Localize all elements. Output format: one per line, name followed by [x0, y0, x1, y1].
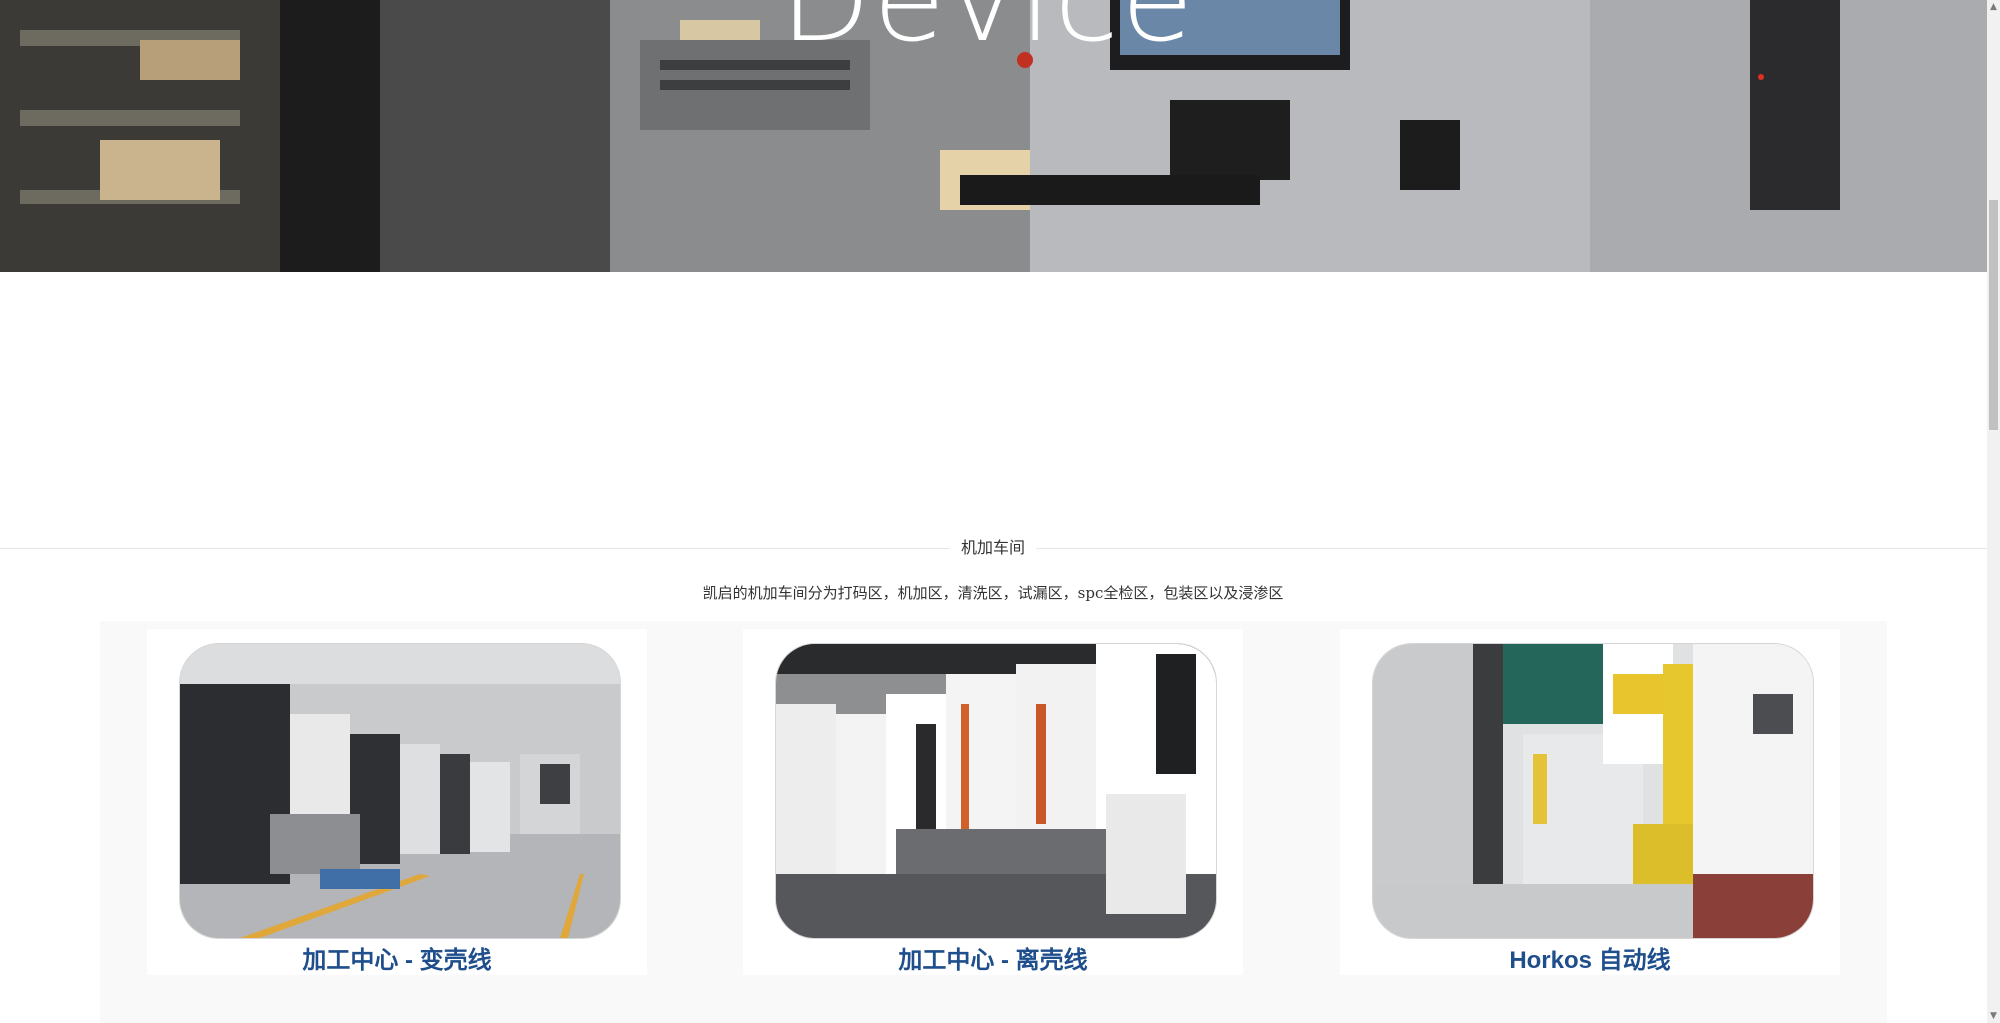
gallery-photo[interactable] [179, 643, 621, 939]
gallery-photo[interactable] [775, 643, 1217, 939]
cnc-machines-image [776, 644, 1216, 938]
robot-line-image [1373, 644, 1813, 938]
scroll-down-arrow-icon[interactable]: ▼ [1987, 1009, 2000, 1023]
hero-title: Device [780, 0, 1196, 58]
workshop-gallery: 加工中心 - 变壳线 加工中心 - 离壳线 Horkos 自动线 [100, 621, 1887, 1023]
gallery-caption: Horkos 自动线 [1509, 947, 1671, 974]
section-title: 机加车间 [950, 536, 1036, 560]
gallery-card[interactable]: 加工中心 - 变壳线 [147, 629, 647, 975]
scroll-up-arrow-icon[interactable]: ▲ [1987, 0, 2000, 14]
gallery-photo[interactable] [1372, 643, 1814, 939]
gallery-card[interactable]: Horkos 自动线 [1340, 629, 1840, 975]
vertical-scrollbar[interactable]: ▲ ▼ [1987, 0, 2000, 1023]
page: Device 机加车间 凯启的机加车间分为打码区，机加区，清洗区，试漏区，spc… [0, 0, 2000, 1023]
gallery-caption: 加工中心 - 变壳线 [302, 947, 492, 974]
section-description: 凯启的机加车间分为打码区，机加区，清洗区，试漏区，spc全检区，包装区以及浸渗区 [702, 584, 1284, 602]
hero-banner: Device [0, 0, 1987, 272]
scrollbar-thumb[interactable] [1989, 200, 1998, 430]
gallery-card[interactable]: 加工中心 - 离壳线 [743, 629, 1243, 975]
factory-floor-image [180, 644, 620, 938]
gallery-caption: 加工中心 - 离壳线 [898, 947, 1088, 974]
